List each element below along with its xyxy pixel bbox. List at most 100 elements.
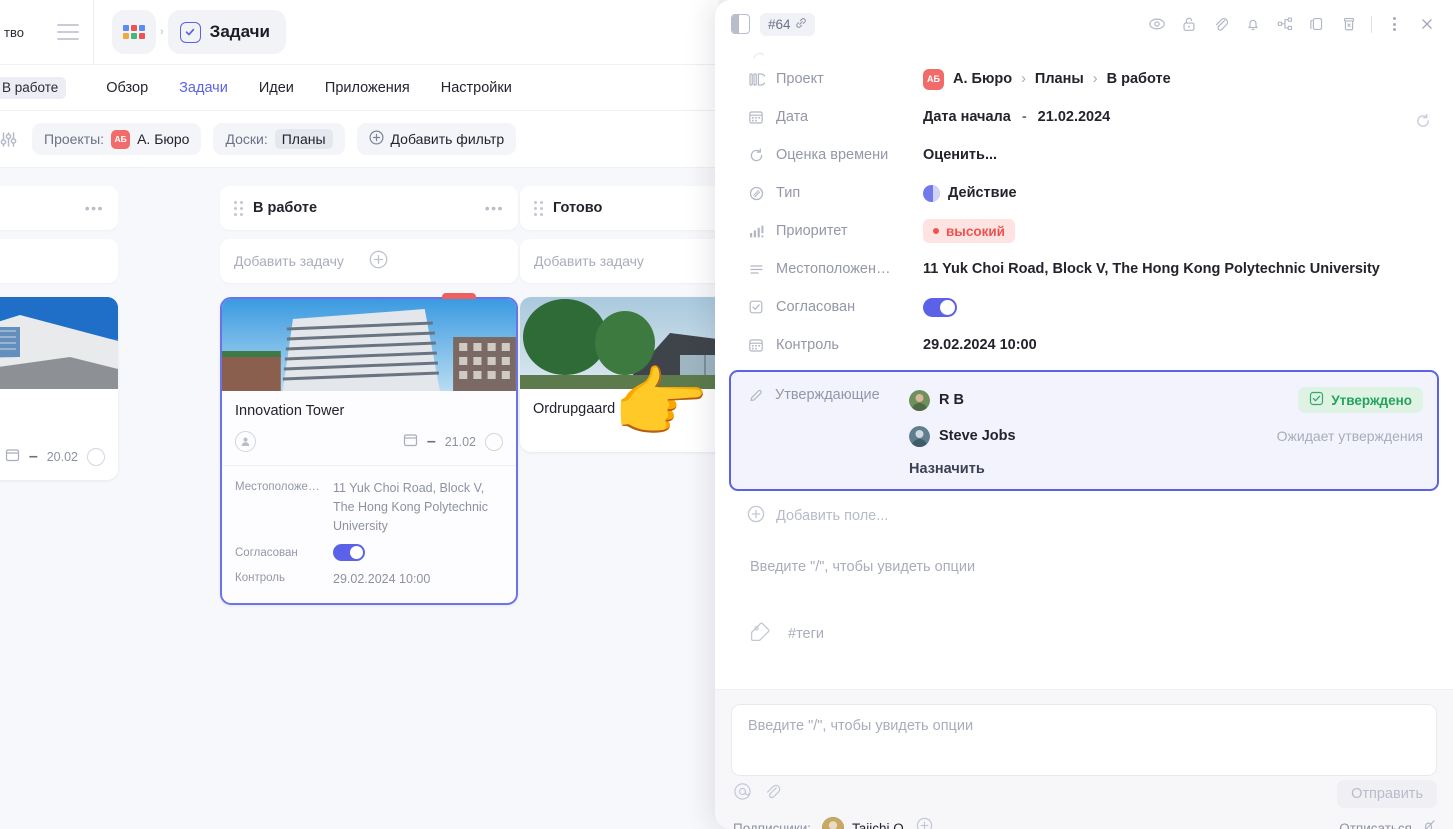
comment-input[interactable]: Введите "/", чтобы увидеть опции (731, 704, 1437, 776)
avatar[interactable] (822, 817, 845, 829)
menu-toggle-button[interactable] (51, 15, 85, 49)
add-task-row[interactable]: Добавить задачу (0, 239, 118, 283)
field-value[interactable] (923, 288, 1435, 326)
calendar-icon (5, 447, 20, 467)
plus-circle-icon[interactable] (0, 250, 104, 272)
field-value[interactable]: Действие (923, 174, 1435, 212)
assignee-avatar-placeholder[interactable] (235, 431, 256, 453)
column-title: Готово (553, 200, 603, 216)
nav-item-overview[interactable]: Обзор (106, 80, 148, 96)
panel-layout-icon[interactable] (731, 14, 750, 34)
add-filter-button[interactable]: Добавить фильтр (356, 123, 517, 155)
field-value[interactable]: 29.02.2024 10:00 (923, 326, 1435, 364)
kanban-column-0: е ••• Добавить задачу (0, 168, 118, 481)
filter-projects[interactable]: Проекты: АБ А. Бюро (32, 123, 202, 155)
close-icon[interactable] (1414, 12, 1439, 37)
card-done-toggle[interactable] (485, 432, 503, 451)
task-card-selected[interactable]: Innovation Tower – 21.02 Местоположе… 11… (220, 297, 518, 606)
mention-icon[interactable] (733, 782, 752, 806)
card-title: ь маркетинговые Phaeno Science Center (0, 389, 118, 436)
bell-icon[interactable] (1240, 12, 1265, 37)
field-key: Дата (747, 98, 923, 136)
send-button[interactable]: Отправить (1337, 780, 1437, 808)
column-header[interactable]: Готово (520, 186, 718, 230)
unsubscribe-button[interactable]: Отписаться (1339, 818, 1437, 829)
date-value: 21.02.2024 (1037, 109, 1111, 125)
field-value[interactable]: Оценить... (923, 136, 1435, 174)
nav-item-ideas[interactable]: Идеи (259, 80, 294, 96)
app-title-pill[interactable]: Задачи (167, 10, 286, 54)
card-cover-image (222, 299, 516, 391)
column-header[interactable]: е ••• (0, 186, 118, 230)
copy-icon[interactable] (1304, 12, 1329, 37)
share-nodes-icon[interactable] (1272, 12, 1297, 37)
archive-icon[interactable] (1336, 12, 1361, 37)
composer-toolbar: Отправить (715, 776, 1453, 808)
field-key: Согласован (747, 288, 923, 326)
project-badge: АБ (111, 129, 131, 149)
subscribers-row: Подписчики: Taiichi O. Отписаться (715, 808, 1453, 829)
drag-handle-icon[interactable] (234, 200, 243, 216)
link-icon[interactable] (795, 17, 807, 32)
nav-item-settings[interactable]: Настройки (441, 80, 512, 96)
nav-item-apps[interactable]: Приложения (325, 80, 410, 96)
repeat-icon[interactable] (1410, 108, 1435, 133)
paperclip-icon[interactable] (1208, 12, 1233, 37)
breadcrumb-item-column[interactable]: В работе (1107, 71, 1171, 87)
panel-body: Проект АБ А. Бюро › Планы › В работе Дат… (715, 48, 1453, 689)
breadcrumb-item-project[interactable]: А. Бюро (953, 71, 1012, 87)
nav-item-tasks[interactable]: Задачи (179, 80, 228, 96)
priority-badge[interactable]: высокий (923, 219, 1015, 243)
type-badge-icon (923, 184, 940, 202)
add-field-button[interactable]: Добавить поле... (715, 491, 1453, 527)
field-value[interactable]: Дата начала - 21.02.2024 (923, 98, 1410, 136)
field-label: Проект (776, 71, 824, 87)
tag-icon (749, 621, 771, 647)
task-card[interactable]: Ordrupgaard (520, 297, 718, 453)
task-card[interactable]: ь маркетинговые Phaeno Science Center – … (0, 297, 118, 481)
filter-sliders-icon[interactable] (0, 131, 20, 148)
breadcrumb-item-board[interactable]: Планы (1035, 71, 1084, 87)
field-value[interactable]: высокий (923, 212, 1435, 250)
eye-icon[interactable] (1144, 12, 1169, 37)
avatar[interactable] (909, 389, 930, 411)
tags-row[interactable]: #теги (715, 575, 1453, 647)
state-pill[interactable]: В работе (0, 76, 67, 99)
panel-toolbar (1144, 12, 1439, 37)
add-filter-label: Добавить фильтр (390, 131, 505, 147)
task-detail-panel: #64 Проект АБ А. Бюро › Планы › В работе… (715, 0, 1453, 829)
breadcrumb-separator: › (1021, 71, 1026, 87)
approved-toggle[interactable] (923, 297, 957, 317)
approved-switch[interactable] (333, 544, 365, 562)
task-id-chip[interactable]: #64 (760, 12, 815, 36)
column-header[interactable]: В работе ••• (220, 186, 518, 230)
kanban-column-2: Готово Добавить задачу Ordrupgaard (520, 168, 718, 453)
add-task-row[interactable]: Добавить задачу (220, 239, 518, 283)
card-footer (520, 418, 718, 452)
column-menu-icon[interactable]: ••• (485, 200, 504, 216)
approvers-list: R B Утверждено Steve Jobs Ожидает утверж… (909, 382, 1423, 477)
lock-icon[interactable] (1176, 12, 1201, 37)
add-subscriber-button[interactable] (916, 817, 933, 829)
description-editor[interactable]: Введите "/", чтобы увидеть опции (715, 527, 1453, 575)
approvers-section[interactable]: Утверждающие R B Утверждено Steve Jobs О… (729, 370, 1439, 491)
assign-approver-button[interactable]: Назначить (909, 454, 1423, 477)
paperclip-icon[interactable] (763, 782, 782, 806)
apps-grid-button[interactable] (112, 10, 156, 54)
kebab-menu-icon[interactable] (1382, 12, 1407, 37)
field-key: Проект (747, 60, 923, 98)
drag-handle-icon[interactable] (534, 200, 543, 216)
field-value[interactable]: АБ А. Бюро › Планы › В работе (923, 60, 1435, 98)
property-value: 29.02.2024 10:00 (333, 572, 431, 587)
plus-circle-icon[interactable] (369, 250, 504, 272)
filter-boards[interactable]: Доски: Планы (213, 123, 345, 155)
add-task-row[interactable]: Добавить задачу (520, 239, 718, 283)
property-key: Местоположе… (235, 481, 320, 494)
card-done-toggle[interactable] (87, 448, 105, 467)
unsubscribe-label: Отписаться (1339, 820, 1412, 829)
kanban-column-1: В работе ••• Добавить задачу Innovation … (220, 168, 518, 606)
field-value[interactable]: 11 Yuk Choi Road, Block V, The Hong Kong… (923, 250, 1435, 288)
column-menu-icon[interactable]: ••• (85, 200, 104, 216)
kanban-board: е ••• Добавить задачу (0, 168, 718, 829)
avatar[interactable] (909, 425, 930, 447)
